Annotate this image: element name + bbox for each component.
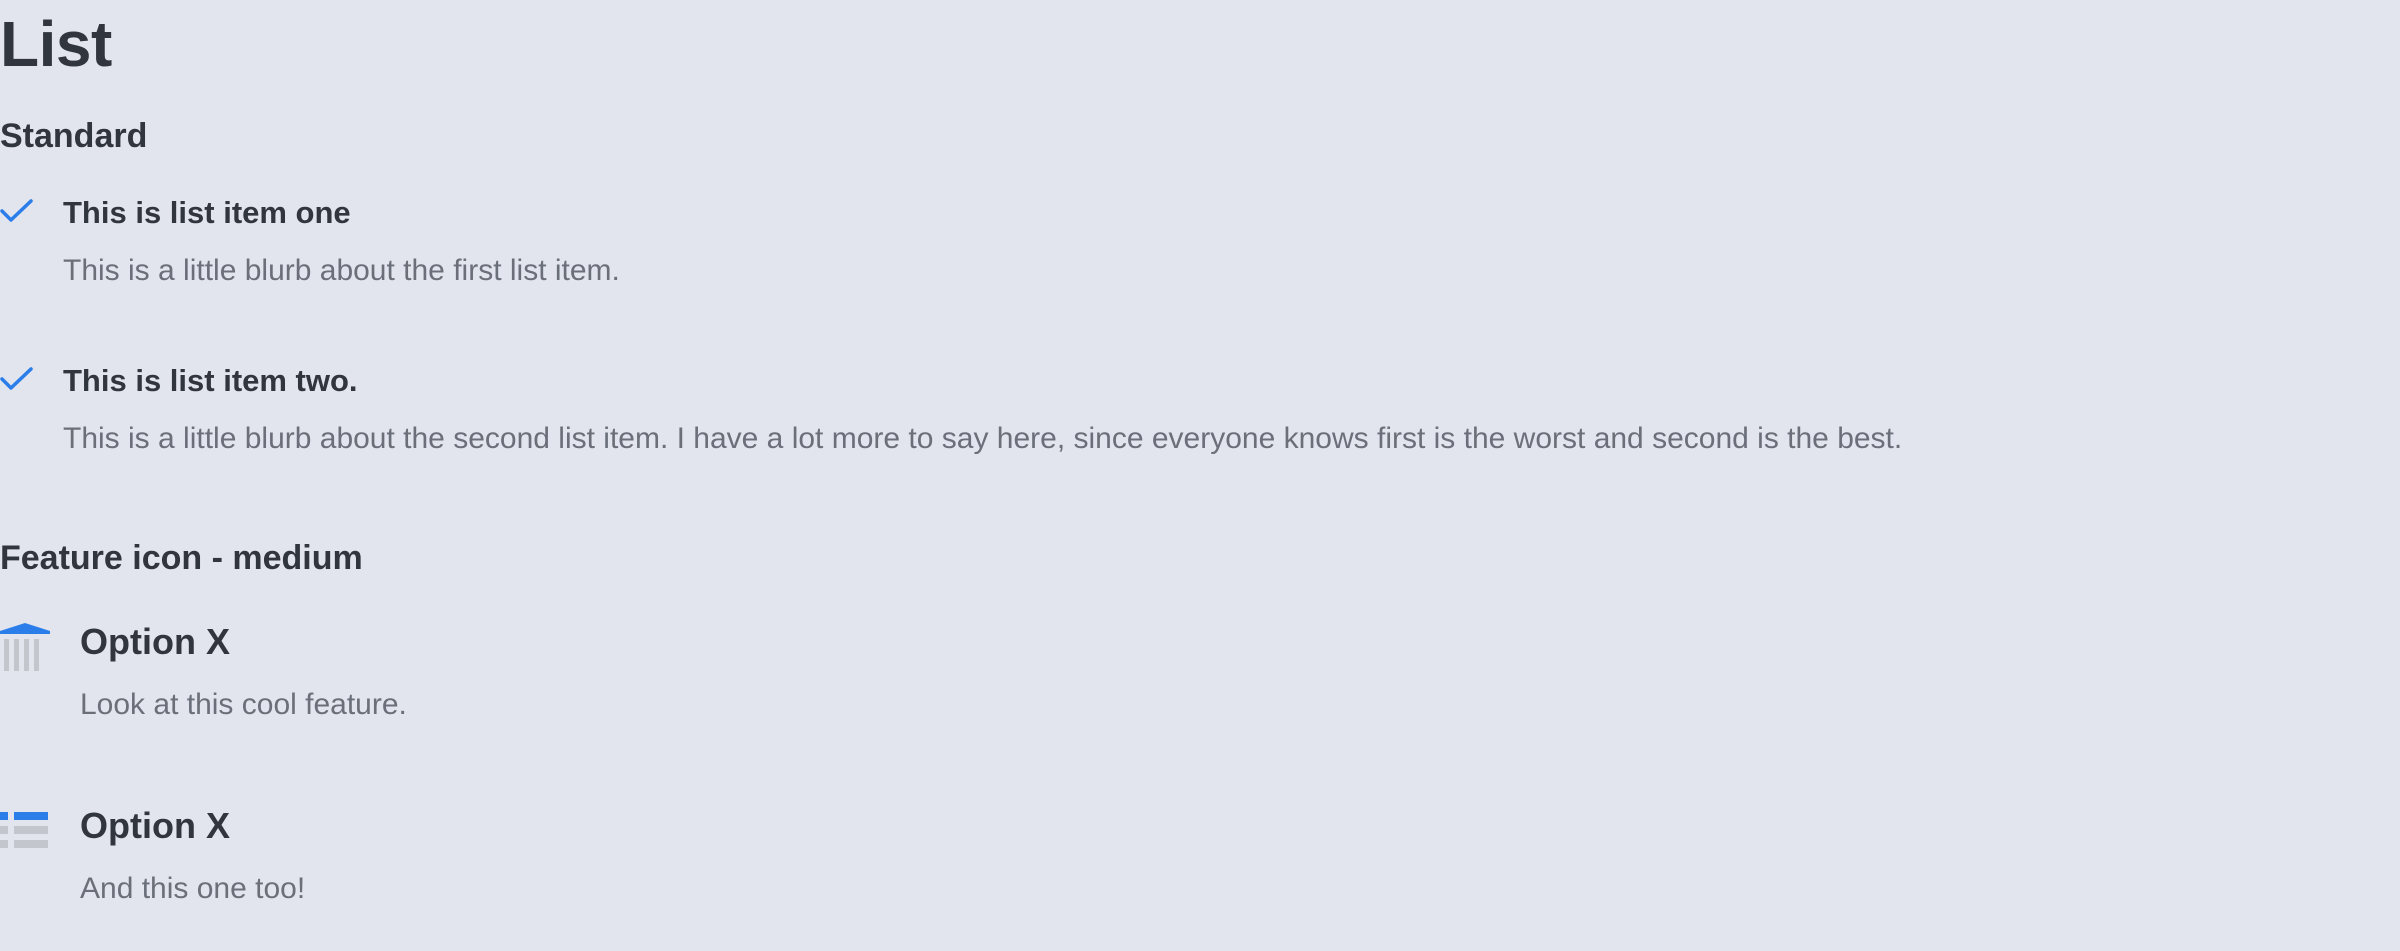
feature-item-title: Option X bbox=[80, 805, 230, 846]
check-icon bbox=[0, 197, 34, 225]
bank-icon bbox=[0, 622, 50, 672]
list-item-title: This is list item two. bbox=[63, 363, 358, 398]
list-icon bbox=[0, 808, 50, 858]
list-item-description: This is a little blurb about the second … bbox=[63, 422, 1903, 455]
page-title: List bbox=[0, 8, 112, 80]
feature-item-description: Look at this cool feature. bbox=[80, 688, 407, 721]
list-item-title: This is list item one bbox=[63, 195, 351, 230]
section-heading-standard: Standard bbox=[0, 117, 148, 155]
feature-item-description: And this one too! bbox=[80, 872, 306, 905]
section-heading-feature-icon: Feature icon - medium bbox=[0, 539, 363, 577]
feature-item-title: Option X bbox=[80, 621, 230, 662]
check-icon bbox=[0, 365, 34, 393]
list-item-description: This is a little blurb about the first l… bbox=[63, 254, 620, 287]
